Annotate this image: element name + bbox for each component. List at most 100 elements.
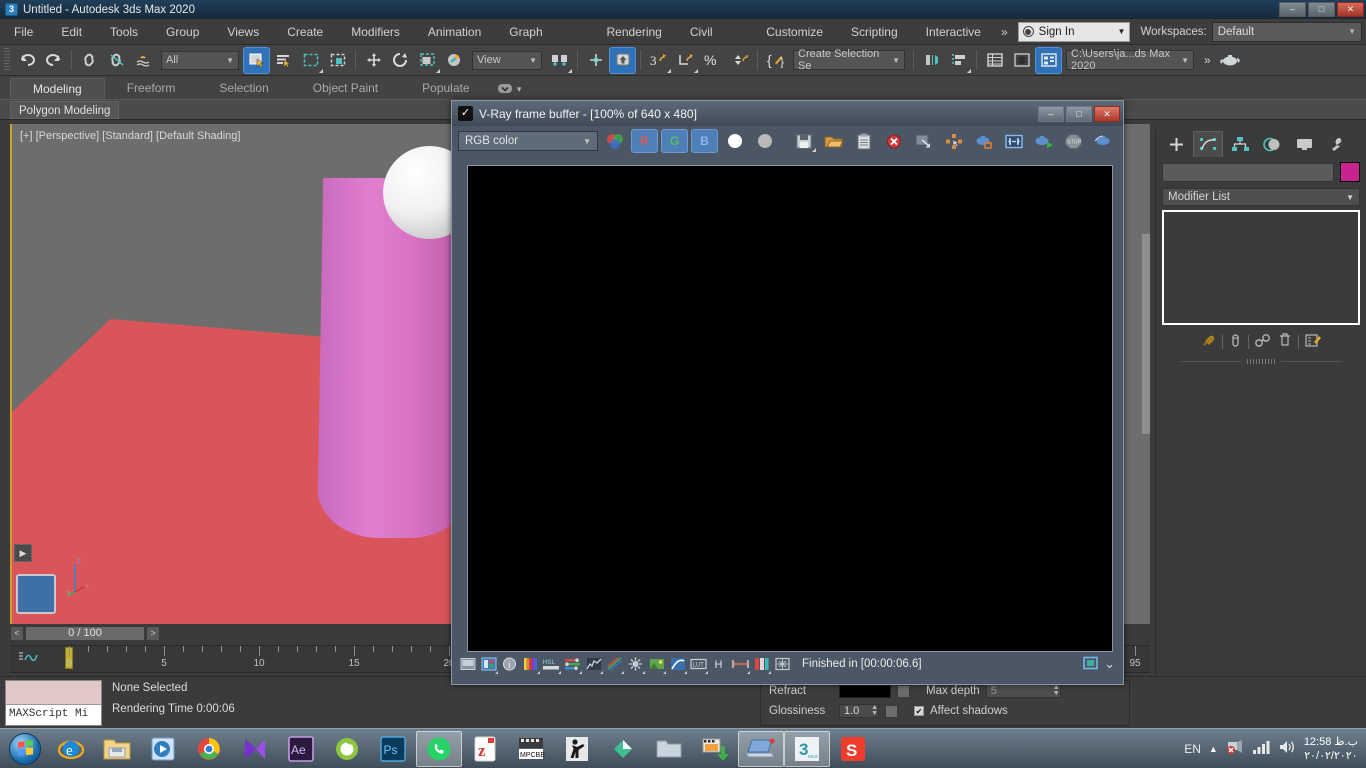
maxscript-output-pane[interactable] [6, 681, 101, 705]
file-explorer-icon[interactable] [94, 731, 140, 767]
taskbar-clock[interactable]: 12:58 ب.ظ ۲۰/۰۲/۲۰۲۰ [1304, 735, 1358, 763]
ribbon-tab-freeform[interactable]: Freeform [105, 78, 198, 99]
select-and-rotate-icon[interactable] [387, 47, 414, 74]
polygon-modeling-button[interactable]: Polygon Modeling [10, 100, 120, 119]
white-balance-icon[interactable] [626, 655, 645, 674]
laptop-icon[interactable] [738, 730, 784, 767]
spinner-snap-icon[interactable] [726, 47, 753, 74]
color-corrections-icon[interactable] [479, 655, 498, 674]
close-button[interactable]: ✕ [1337, 2, 1364, 17]
stereo-icon[interactable] [1000, 129, 1027, 153]
alpha-grey-icon[interactable] [751, 129, 778, 153]
clipboard-icon[interactable] [850, 129, 877, 153]
max-depth-field[interactable]: 5 ▲ ▼ [985, 684, 1061, 698]
vfb-channel-select[interactable]: RGB color ▼ [458, 131, 598, 151]
folder-icon[interactable] [646, 731, 692, 767]
open-image-icon[interactable] [820, 129, 847, 153]
clear-image-icon[interactable] [880, 129, 907, 153]
vray-frame-buffer-dialog[interactable]: ✓ V-Ray frame buffer - [100% of 640 x 48… [451, 100, 1124, 685]
ribbon-options-icon[interactable]: ▾ [492, 78, 528, 99]
horizontal-icon[interactable] [731, 655, 750, 674]
menu-interactive[interactable]: Interactive [912, 19, 995, 45]
angle-snap-icon[interactable] [672, 47, 699, 74]
red-channel-icon[interactable]: R [631, 129, 658, 153]
snagit-icon[interactable]: S [830, 731, 876, 767]
menu-rendering[interactable]: Rendering [592, 19, 675, 45]
workspace-select[interactable]: Default ▼ [1211, 21, 1362, 42]
selection-filter-select[interactable]: All ▼ [161, 50, 239, 70]
render-region-icon[interactable] [1090, 129, 1117, 153]
menu-civil-view[interactable]: Civil View [676, 19, 752, 65]
maxscript-mini-listener[interactable]: MAXScript Mi [5, 680, 102, 726]
viewport-expand-icon[interactable]: ▶ [14, 544, 32, 562]
menu-group[interactable]: Group [152, 19, 213, 45]
select-by-name-icon[interactable] [270, 47, 297, 74]
undo-icon[interactable] [13, 47, 40, 74]
menu-edit[interactable]: Edit [47, 19, 96, 45]
tray-expand-icon[interactable]: ▲ [1209, 744, 1218, 754]
menu-file[interactable]: File [0, 19, 47, 45]
sign-in-button[interactable]: Sign In ▼ [1017, 21, 1131, 42]
compare-icon[interactable] [752, 655, 771, 674]
select-and-move-icon[interactable] [360, 47, 387, 74]
duplicate-to-max-icon[interactable] [910, 129, 937, 153]
menu-create[interactable]: Create [273, 19, 337, 45]
project-folder-select[interactable]: C:\Users\ja...ds Max 2020 ▼ [1066, 48, 1194, 72]
green-diamond-icon[interactable] [600, 731, 646, 767]
panel-resize-handle[interactable] [1181, 359, 1341, 364]
background-icon[interactable] [647, 655, 666, 674]
remove-modifier-icon[interactable] [1278, 333, 1292, 351]
viewport-label[interactable]: [+] [Perspective] [Standard] [Default Sh… [20, 130, 240, 142]
mpc-be-icon[interactable]: MPCBE [508, 731, 554, 767]
modify-tab[interactable] [1193, 131, 1223, 157]
green-circle-app-icon[interactable] [324, 731, 370, 767]
select-and-link-icon[interactable] [76, 47, 103, 74]
3ds-max-icon[interactable]: 3 MAX [784, 730, 830, 767]
stop-render-icon[interactable]: STOP [1060, 129, 1087, 153]
hue-icon[interactable]: H [710, 655, 729, 674]
zarchiver-icon[interactable]: z [462, 731, 508, 767]
menu-scripting[interactable]: Scripting [837, 19, 912, 45]
pin-stack-icon[interactable] [1201, 333, 1216, 351]
color-channels-icon[interactable] [601, 129, 628, 153]
view-cube[interactable] [16, 574, 56, 614]
minimize-button[interactable]: – [1279, 2, 1306, 17]
show-image-icon[interactable] [458, 655, 477, 674]
media-player-icon[interactable] [232, 731, 278, 767]
bind-to-space-warp-icon[interactable] [130, 47, 157, 74]
select-object-icon[interactable] [243, 46, 270, 74]
named-selection-sets-input[interactable]: Create Selection Se ▼ [793, 48, 905, 72]
vfb-maximize-button[interactable]: □ [1066, 105, 1092, 122]
utilities-tab[interactable] [1321, 131, 1351, 157]
percent-snap-icon[interactable]: % [699, 47, 726, 74]
snaps-toggle-icon[interactable] [582, 47, 609, 74]
select-and-manipulate-icon[interactable] [609, 46, 636, 74]
toggle-ribbon-icon[interactable] [1035, 46, 1062, 74]
reference-coordinate-select[interactable]: View ▼ [472, 50, 542, 70]
color-mapping-icon[interactable] [605, 655, 624, 674]
google-chrome-icon[interactable] [186, 731, 232, 767]
vfb-close-button[interactable]: ✕ [1094, 105, 1120, 122]
curve-icon[interactable] [584, 655, 603, 674]
configure-modifier-sets-icon[interactable] [1304, 333, 1322, 351]
network-error-icon[interactable] [1226, 739, 1244, 758]
ribbon-tab-selection[interactable]: Selection [197, 78, 290, 99]
track-mouse-icon[interactable] [940, 129, 967, 153]
photoshop-icon[interactable]: Ps [370, 731, 416, 767]
redo-icon[interactable] [40, 47, 67, 74]
menu-customize[interactable]: Customize [752, 19, 837, 45]
menu-views[interactable]: Views [213, 19, 273, 45]
modifier-stack-list[interactable] [1162, 210, 1360, 325]
toggle-layer-explorer-icon[interactable] [1008, 47, 1035, 74]
toggle-scene-explorer-icon[interactable] [981, 47, 1008, 74]
maxscript-input-pane[interactable]: MAXScript Mi [6, 705, 101, 723]
save-image-icon[interactable] [790, 129, 817, 153]
align-icon[interactable] [945, 47, 972, 74]
vfb-minimize-button[interactable]: – [1038, 105, 1064, 122]
ribbon-tab-object-paint[interactable]: Object Paint [291, 78, 400, 99]
viewport-scrollbar[interactable] [1142, 234, 1150, 434]
toolbar-overflow-icon[interactable]: » [1198, 53, 1217, 67]
curve-editor-icon[interactable] [18, 650, 40, 667]
window-crossing-icon[interactable] [324, 47, 351, 74]
alpha-white-icon[interactable] [721, 129, 748, 153]
